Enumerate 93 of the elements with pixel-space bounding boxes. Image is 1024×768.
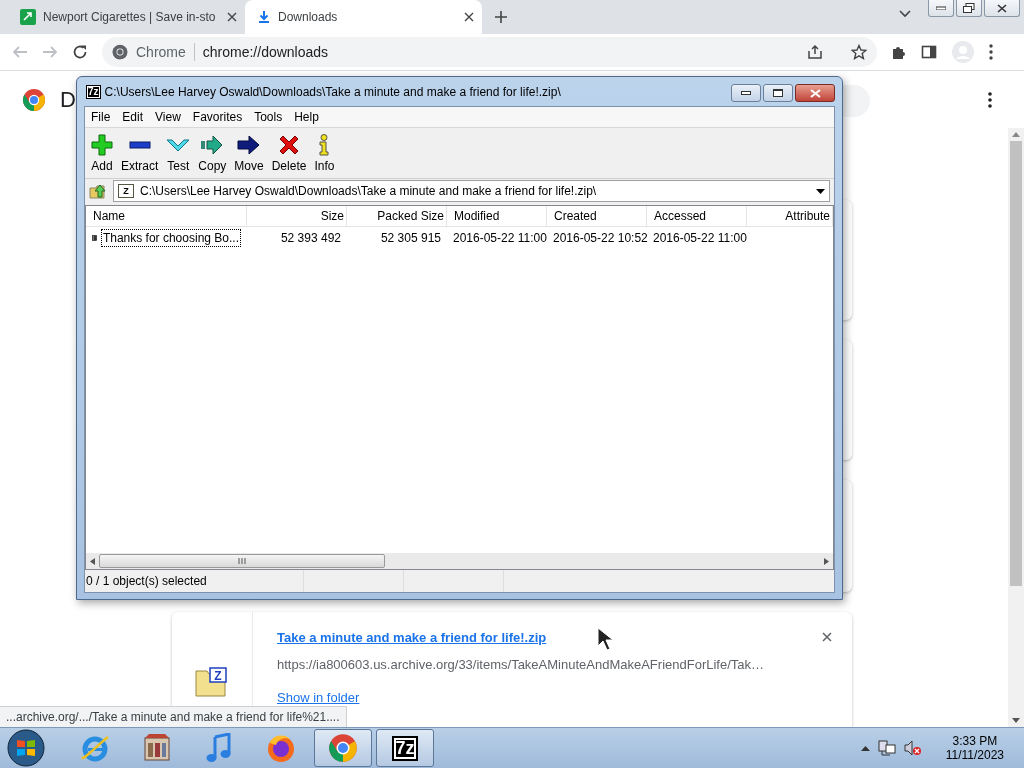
minimize-button[interactable]	[731, 84, 761, 102]
delete-icon	[278, 133, 301, 156]
app-logo: 7z	[392, 735, 418, 761]
toolbar-button[interactable]: Move	[230, 131, 268, 175]
close-icon[interactable]	[464, 12, 474, 22]
grip-icon	[238, 558, 246, 564]
arrow-up-icon[interactable]	[1012, 132, 1020, 137]
horizontal-scrollbar[interactable]	[86, 553, 833, 569]
chrome-logo-icon	[22, 87, 46, 112]
path-field[interactable]: Z C:\Users\Lee Harvey Oswald\Downloads\Take a minute and make a friend for life!.zip\	[113, 180, 830, 202]
close-icon	[997, 3, 1007, 13]
file-link[interactable]: Take a minute and make a friend for life!.zip	[277, 630, 828, 645]
minimize-icon	[936, 6, 946, 10]
toolbar-button[interactable]: Add	[87, 131, 117, 175]
chrome-icon	[328, 733, 358, 763]
arrow-down-icon[interactable]	[1012, 718, 1020, 723]
table-cell: 2016-05-22 10:52	[553, 231, 648, 245]
column-header[interactable]: Packed Size	[347, 206, 447, 226]
maximize-icon	[773, 89, 783, 97]
column-header[interactable]: Size	[247, 206, 347, 226]
store-icon[interactable]	[142, 733, 172, 763]
show-in-folder-link[interactable]: Show in folder	[277, 690, 360, 705]
toolbar-button[interactable]: Copy	[194, 131, 231, 175]
side-panel-icon[interactable]	[921, 44, 937, 60]
maximize-button[interactable]	[763, 84, 793, 102]
share-icon[interactable]	[807, 44, 823, 60]
reload-icon[interactable]	[72, 44, 88, 60]
column-header[interactable]: Created	[547, 206, 647, 226]
menu-item[interactable]: Edit	[116, 110, 150, 124]
address-bar[interactable]: Chrome chrome://downloads	[102, 37, 877, 67]
close-button[interactable]	[984, 0, 1020, 17]
table-cell: 2016-05-22 11:00	[653, 231, 747, 245]
plus-icon	[91, 133, 113, 156]
new-tab-icon[interactable]	[494, 10, 508, 24]
search-field[interactable]	[843, 85, 870, 117]
arrow-right-icon[interactable]	[824, 557, 829, 565]
toolbar-button[interactable]: Delete	[267, 131, 311, 175]
close-icon[interactable]	[822, 632, 832, 642]
toolbar-button[interactable]: Test	[162, 131, 195, 175]
source-url: https://ia800603.us.archive.org/33/items/TakeAMinuteAndMakeAFriendForLife/Tak…	[277, 657, 766, 672]
scrollbar[interactable]	[1008, 128, 1024, 727]
close-icon[interactable]	[227, 12, 237, 22]
column-header[interactable]: Accessed	[647, 206, 747, 226]
menu-item[interactable]: Favorites	[186, 110, 249, 124]
arrow-icon	[237, 133, 262, 156]
star-icon[interactable]	[851, 44, 867, 60]
table-cell: 2016-05-22 11:00	[453, 231, 547, 245]
close-button[interactable]	[795, 84, 835, 102]
column-header[interactable]: Attribute	[747, 206, 833, 226]
table-cell: 52 305 915	[380, 231, 441, 245]
site-icon	[20, 9, 36, 25]
table-cell: 52 393 492	[280, 231, 341, 245]
taskbar-button[interactable]: 7z	[376, 729, 434, 767]
toolbar-button[interactable]: Info	[310, 131, 339, 175]
chevron-down-icon[interactable]	[899, 10, 911, 18]
menu-item[interactable]: View	[149, 110, 187, 124]
minimize-icon	[741, 91, 751, 95]
zip-file-icon: Z	[195, 667, 229, 697]
double-arrow-icon	[200, 133, 225, 156]
menu-item[interactable]: Help	[288, 110, 325, 124]
dropdown-icon[interactable]	[816, 188, 825, 194]
info-icon	[317, 133, 332, 156]
browser-tab[interactable]: Newport Cigarettes | Save in-sto	[8, 0, 245, 34]
chrome-icon	[112, 44, 128, 60]
app-logo: 7z	[86, 84, 101, 99]
start-button[interactable]	[6, 729, 46, 767]
link-status-bubble: ...archive.org/.../Take a minute and make a friend for life%21....	[0, 706, 347, 727]
file-name[interactable]: Thanks for choosing Bo...	[100, 229, 241, 247]
page-title: D	[60, 86, 76, 113]
window-title: C:\Users\Lee Harvey Oswald\Downloads\Take a minute and make a friend for life!.zip\	[104, 84, 562, 99]
archive-icon: Z	[118, 184, 134, 198]
menu-item[interactable]: Tools	[248, 110, 289, 124]
network-icon[interactable]	[877, 740, 896, 756]
taskbar-button[interactable]	[314, 729, 372, 767]
toolbar-button[interactable]: Extract	[117, 131, 163, 175]
menu-icon[interactable]	[989, 44, 993, 60]
volume-muted-icon[interactable]	[903, 740, 922, 756]
browser-tab[interactable]: Downloads	[245, 0, 482, 34]
clock[interactable]: 3:33 PM 11/11/2023	[945, 734, 1004, 762]
close-icon	[809, 88, 821, 98]
menu-item[interactable]: File	[85, 110, 117, 124]
column-header[interactable]: Modified	[447, 206, 547, 226]
firefox-icon[interactable]	[266, 733, 296, 763]
folder-up-icon[interactable]	[89, 183, 107, 199]
extensions-icon[interactable]	[891, 44, 907, 60]
menu-icon[interactable]	[988, 92, 992, 108]
download-icon	[257, 10, 271, 24]
chevron-up-icon[interactable]	[860, 745, 870, 751]
column-header[interactable]: Name	[86, 206, 247, 226]
status-text: 0 / 1 object(s) selected	[85, 570, 304, 592]
arrow-left-icon[interactable]	[90, 557, 95, 565]
restore-icon	[963, 3, 975, 13]
restore-button[interactable]	[956, 0, 982, 17]
